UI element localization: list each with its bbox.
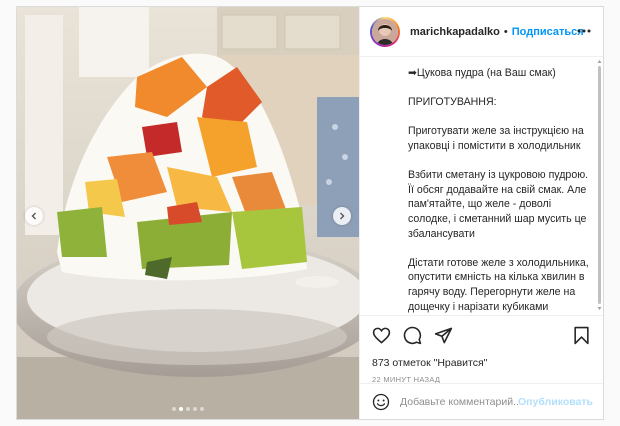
carousel-dots bbox=[17, 407, 359, 411]
post-sidebar: marichkapadalko • Подписаться ➡Цукова пу… bbox=[359, 7, 603, 419]
avatar[interactable] bbox=[370, 16, 400, 47]
carousel-dot bbox=[186, 407, 190, 411]
comment-icon[interactable] bbox=[403, 326, 422, 345]
caption-line: Приготувати желе за інструкцією на упако… bbox=[408, 125, 584, 152]
chevron-right-icon bbox=[340, 212, 345, 220]
carousel-dot bbox=[200, 407, 204, 411]
post-photo[interactable] bbox=[17, 7, 359, 419]
caption-line: Взбити сметану із цукровою пудрою. Її об… bbox=[408, 169, 589, 240]
caption-scrollbar[interactable] bbox=[597, 60, 602, 310]
chevron-left-icon bbox=[31, 212, 36, 220]
carousel-dot bbox=[172, 407, 176, 411]
share-icon[interactable] bbox=[434, 326, 453, 345]
jelly-cake-photo bbox=[17, 7, 359, 419]
comment-bar: Опубликовать bbox=[360, 383, 603, 419]
post-caption: ➡Цукова пудра (на Ваш смак) ПРИГОТУВАННЯ… bbox=[360, 58, 596, 314]
carousel-dot bbox=[193, 407, 197, 411]
follow-button[interactable]: Подписаться bbox=[512, 26, 584, 38]
actions-area: 873 отметок "Нравится" 22 МИНУТ НАЗАД bbox=[360, 315, 603, 384]
emoji-icon[interactable] bbox=[372, 393, 390, 411]
post-header: marichkapadalko • Подписаться bbox=[360, 7, 603, 57]
publish-button[interactable]: Опубликовать bbox=[518, 396, 593, 408]
caption-line: Дістати готове желе з холодильника, опус… bbox=[408, 256, 589, 313]
carousel-next-button[interactable] bbox=[333, 207, 351, 225]
instagram-post: marichkapadalko • Подписаться ➡Цукова пу… bbox=[16, 6, 604, 420]
caption-line: ПРИГОТУВАННЯ: bbox=[408, 96, 497, 109]
likes-count[interactable]: 873 отметок "Нравится" bbox=[372, 357, 487, 369]
more-options-button[interactable] bbox=[575, 24, 593, 38]
caption-line: ➡Цукова пудра (на Ваш смак) bbox=[408, 67, 556, 79]
header-separator: • bbox=[503, 25, 508, 38]
carousel-prev-button[interactable] bbox=[25, 207, 43, 225]
avatar-image bbox=[372, 18, 398, 45]
avatar-portrait bbox=[372, 18, 398, 45]
action-bar bbox=[372, 326, 453, 345]
comment-input[interactable] bbox=[400, 395, 520, 408]
heart-icon[interactable] bbox=[372, 326, 391, 345]
bookmark-icon[interactable] bbox=[572, 326, 591, 345]
username-link[interactable]: marichkapadalko bbox=[410, 26, 500, 38]
more-options-icon bbox=[577, 29, 591, 33]
carousel-dot-active bbox=[179, 407, 183, 411]
